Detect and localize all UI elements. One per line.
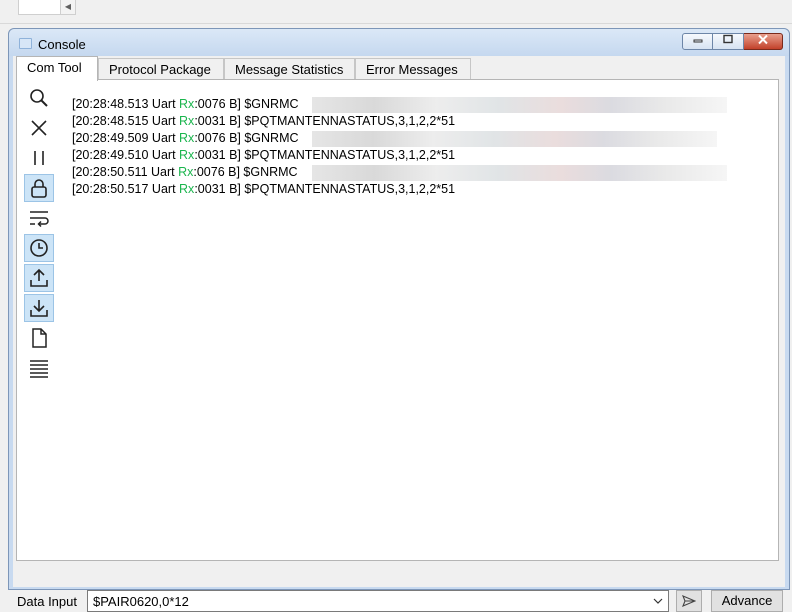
minimize-button[interactable] xyxy=(682,33,713,50)
search-icon xyxy=(30,89,48,107)
list-button[interactable] xyxy=(24,354,54,382)
clear-button[interactable] xyxy=(24,114,54,142)
console-client-area: Com Tool Protocol Package Message Statis… xyxy=(13,56,785,612)
maximize-button[interactable] xyxy=(713,33,744,50)
tab-com-tool[interactable]: Com Tool xyxy=(16,56,98,81)
download-button[interactable] xyxy=(24,294,54,322)
redacted-region xyxy=(312,165,727,181)
window-title: Console xyxy=(38,37,86,52)
upload-icon xyxy=(30,268,48,287)
lock-button[interactable] xyxy=(24,174,54,202)
tab-protocol-package[interactable]: Protocol Package xyxy=(98,58,224,80)
log-line: [20:28:49.510 Uart Rx:0031 B] $PQTMANTEN… xyxy=(72,148,456,162)
close-button[interactable] xyxy=(744,33,783,50)
clear-icon xyxy=(31,120,47,136)
search-button[interactable] xyxy=(24,84,54,112)
timestamp-button[interactable] xyxy=(24,234,54,262)
file-icon xyxy=(32,328,47,348)
redacted-region xyxy=(312,97,727,113)
close-icon xyxy=(758,34,768,45)
com-tool-panel: [20:28:48.513 Uart Rx:0076 B] $GNRMC [20… xyxy=(16,79,779,561)
word-wrap-button[interactable] xyxy=(24,204,54,232)
horizontal-scrollbar[interactable]: ◀ xyxy=(18,0,76,15)
chevron-down-icon xyxy=(653,598,663,604)
advance-button[interactable]: Advance xyxy=(711,590,783,612)
data-input-combobox[interactable] xyxy=(87,590,669,612)
minimize-icon xyxy=(693,39,702,43)
send-icon xyxy=(682,595,696,607)
upload-button[interactable] xyxy=(24,264,54,292)
send-button[interactable] xyxy=(676,590,702,612)
log-line: [20:28:49.509 Uart Rx:0076 B] $GNRMC xyxy=(72,130,772,147)
data-input-dropdown[interactable] xyxy=(648,591,668,611)
log-line: [20:28:50.517 Uart Rx:0031 B] $PQTMANTEN… xyxy=(72,182,456,196)
redacted-region xyxy=(312,131,717,147)
pause-button[interactable] xyxy=(24,144,54,172)
scroll-left-arrow-icon[interactable]: ◀ xyxy=(60,0,75,14)
clock-icon xyxy=(30,239,48,257)
log-line: [20:28:48.513 Uart Rx:0076 B] $GNRMC xyxy=(72,96,772,113)
pause-icon xyxy=(34,151,44,165)
tab-error-messages[interactable]: Error Messages xyxy=(355,58,471,80)
parent-panel-strip: ◀ xyxy=(0,0,792,24)
console-window-icon xyxy=(19,38,32,49)
lock-icon xyxy=(31,179,47,198)
list-icon xyxy=(30,360,48,378)
word-wrap-icon xyxy=(30,211,49,228)
console-log[interactable]: [20:28:48.513 Uart Rx:0076 B] $GNRMC [20… xyxy=(72,96,772,198)
download-icon xyxy=(30,300,48,317)
log-line: [20:28:50.511 Uart Rx:0076 B] $GNRMC xyxy=(72,164,772,181)
file-button[interactable] xyxy=(24,324,54,352)
console-window: Console Com Tool Protocol Package Messag… xyxy=(8,28,790,612)
title-bar[interactable]: Console xyxy=(9,29,789,56)
data-input-label: Data Input xyxy=(17,594,77,609)
log-line: [20:28:48.515 Uart Rx:0031 B] $PQTMANTEN… xyxy=(72,114,456,128)
data-input-field[interactable] xyxy=(88,591,648,611)
tab-message-statistics[interactable]: Message Statistics xyxy=(224,58,355,80)
maximize-icon xyxy=(723,34,733,44)
